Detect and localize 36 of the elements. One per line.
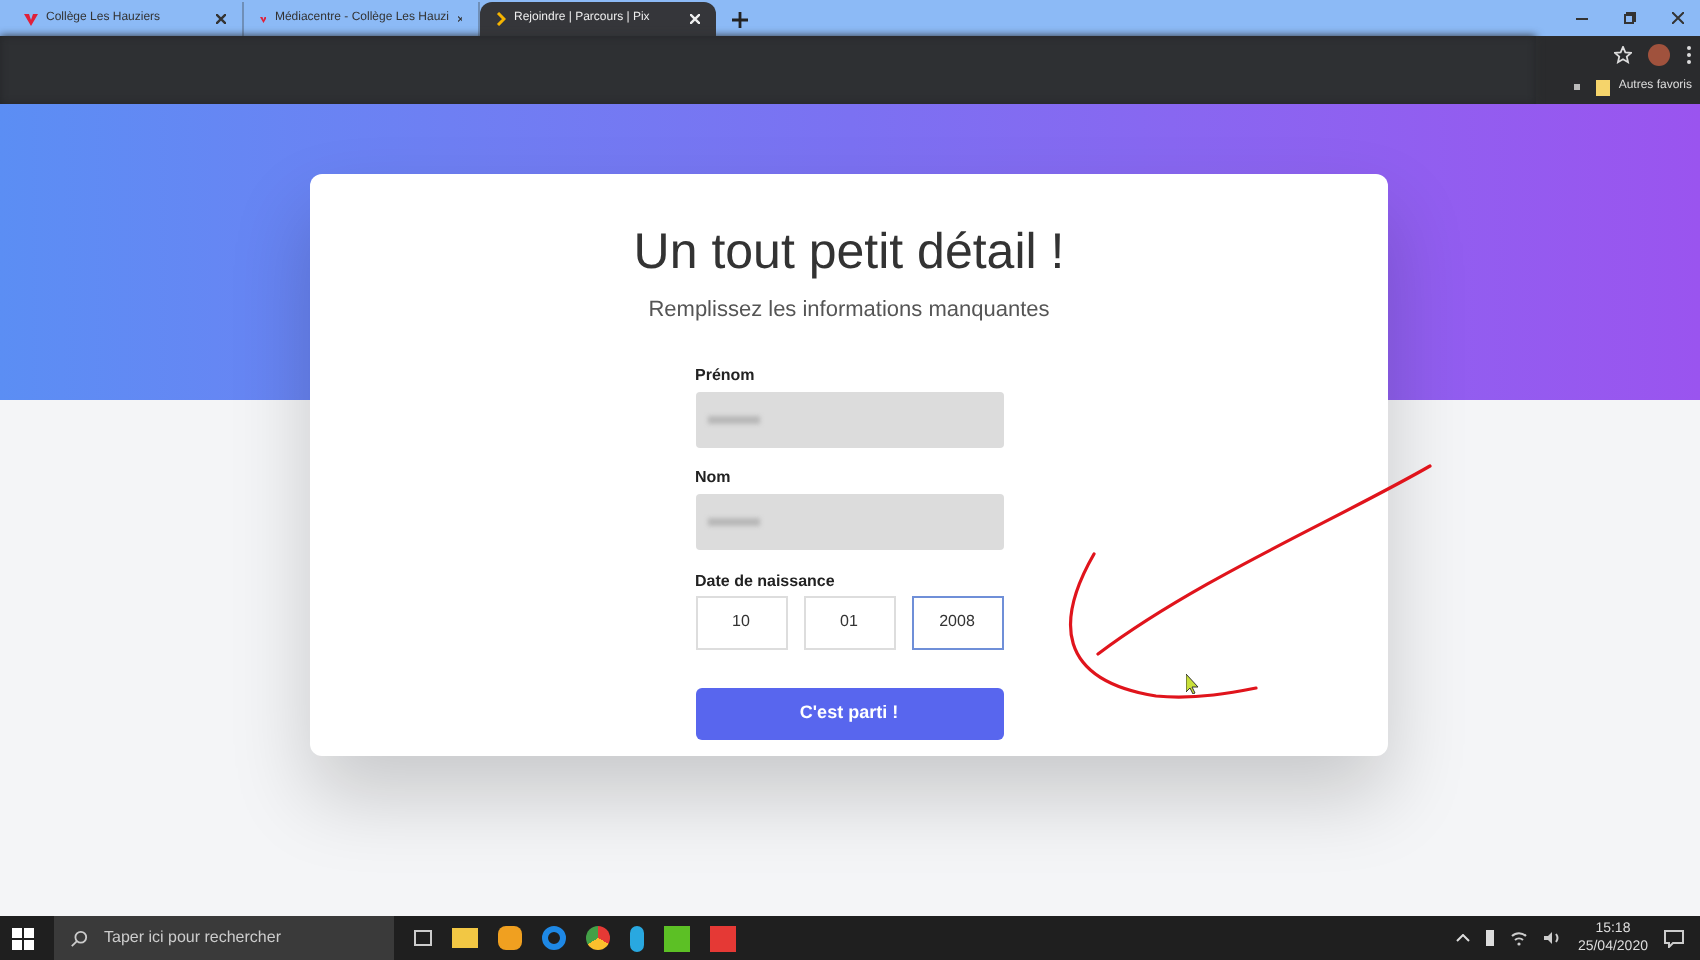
- new-tab-icon[interactable]: [732, 12, 748, 28]
- minimize-icon[interactable]: [1576, 17, 1588, 19]
- phone-app-icon[interactable]: [630, 925, 644, 951]
- app-icon[interactable]: [710, 925, 736, 951]
- chrome-browser-icon[interactable]: [586, 926, 610, 950]
- field-label: Prénom: [695, 363, 757, 387]
- app-icon[interactable]: [664, 925, 690, 951]
- close-icon[interactable]: [1672, 12, 1684, 24]
- windows-start-icon[interactable]: [12, 927, 34, 949]
- avatar-icon[interactable]: [1648, 44, 1670, 66]
- task-view-icon[interactable]: [414, 930, 432, 946]
- restore-icon[interactable]: [1624, 12, 1636, 24]
- speaker-icon[interactable]: [1543, 930, 1562, 946]
- page-title: Un tout petit détail !: [633, 222, 1065, 282]
- wifi-icon[interactable]: [1509, 930, 1528, 946]
- field-label: Date de naissance: [695, 569, 837, 593]
- field-label: Nom: [695, 465, 733, 489]
- date-input-field[interactable]: 01: [803, 595, 895, 649]
- menu-icon[interactable]: [1686, 46, 1692, 64]
- close-icon[interactable]: [216, 14, 226, 24]
- edge-browser-icon[interactable]: [542, 926, 566, 950]
- taskbar-search-field[interactable]: Taper ici pour rechercher: [54, 916, 394, 960]
- tray-chevron-icon[interactable]: [1455, 934, 1470, 942]
- mouse-cursor-icon: [1186, 674, 1200, 694]
- subtitle: Remplissez les informations manquantes: [648, 296, 1050, 326]
- date-input-field[interactable]: 10: [695, 595, 787, 649]
- outlook-icon[interactable]: [498, 926, 522, 950]
- notification-icon[interactable]: [1664, 929, 1684, 947]
- submit-button[interactable]: C'est parti !: [695, 687, 1003, 739]
- folder-icon: [1596, 79, 1611, 95]
- date-input-field[interactable]: 2008: [911, 595, 1003, 649]
- close-icon[interactable]: [457, 14, 462, 24]
- star-icon[interactable]: [1614, 46, 1632, 64]
- v-logo-icon: [260, 13, 267, 25]
- search-icon: [70, 929, 88, 947]
- v-logo-icon: [24, 13, 38, 25]
